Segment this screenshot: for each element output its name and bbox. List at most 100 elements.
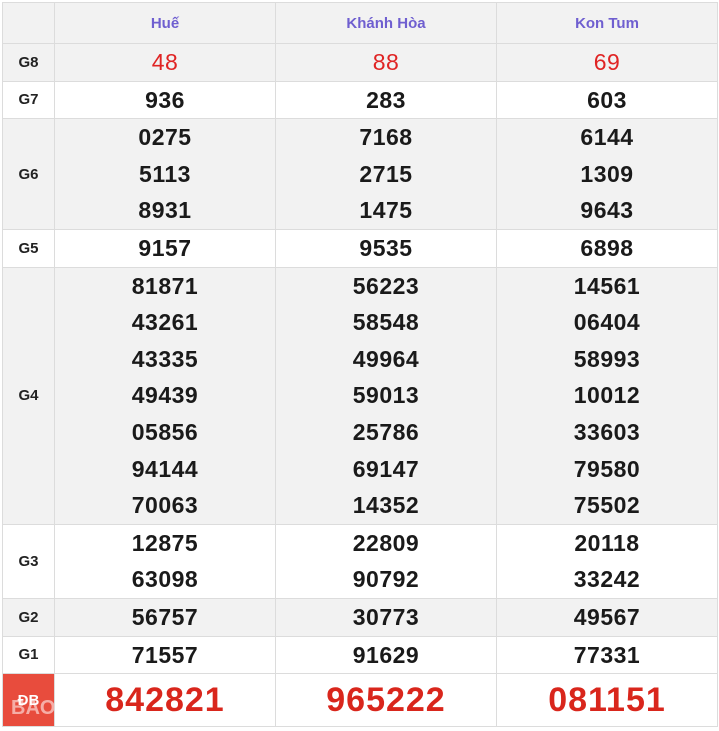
province-header-hue[interactable]: Huế — [54, 2, 276, 44]
prize-number: 8931 — [138, 197, 192, 224]
special-prize-number: 842821 — [105, 681, 225, 720]
prize-number: 69147 — [352, 455, 420, 482]
prize-number: 43261 — [131, 309, 199, 336]
prize-cell: 56223 58548 49964 59013 25786 69147 1435… — [275, 266, 497, 525]
prize-cell: 936 — [54, 80, 276, 120]
prize-number: 94144 — [131, 455, 199, 482]
prize-cell: 91629 — [275, 635, 497, 675]
prize-number: 88 — [372, 49, 400, 75]
header-corner — [2, 2, 55, 44]
prize-number: 90792 — [352, 566, 420, 593]
province-header-khanh-hoa[interactable]: Khánh Hòa — [275, 2, 497, 44]
prize-cell: 71557 — [54, 635, 276, 675]
prize-number: 14352 — [352, 492, 420, 519]
prize-label: G7 — [2, 80, 55, 120]
prize-number: 06404 — [573, 309, 641, 336]
prize-number: 12875 — [131, 529, 199, 556]
prize-number: 6898 — [580, 234, 634, 261]
prize-row-g7: G7 936 283 603 — [2, 80, 718, 120]
province-header-kon-tum[interactable]: Kon Tum — [496, 2, 718, 44]
prize-row-g3: G3 12875 63098 22809 90792 20118 33242 — [2, 523, 718, 599]
prize-cell: 0275 5113 8931 — [54, 118, 276, 230]
prize-number: 81871 — [131, 272, 199, 299]
prize-number: 936 — [145, 86, 185, 113]
prize-number: 56757 — [131, 603, 199, 630]
prize-cell: 49567 — [496, 597, 718, 637]
prize-cell: 69 — [496, 43, 718, 82]
prize-cell: 965222 — [275, 673, 497, 728]
prize-row-g4: G4 81871 43261 43335 49439 05856 94144 7… — [2, 266, 718, 525]
prize-number: 20118 — [574, 529, 640, 556]
prize-number: 79580 — [573, 455, 641, 482]
prize-number: 69 — [593, 49, 621, 75]
prize-cell: 6144 1309 9643 — [496, 118, 718, 230]
prize-number: 48 — [151, 49, 179, 75]
prize-number: 43335 — [131, 345, 199, 372]
prize-cell: 88 — [275, 43, 497, 82]
prize-row-g1: G1 71557 91629 77331 — [2, 635, 718, 675]
prize-number: 75502 — [573, 492, 641, 519]
prize-number: 59013 — [352, 382, 420, 409]
prize-cell: 842821 — [54, 673, 276, 728]
prize-row-g8: G8 48 88 69 — [2, 43, 718, 82]
prize-label: G3 — [2, 523, 55, 599]
prize-cell: 20118 33242 — [496, 523, 718, 599]
prize-number: 1475 — [359, 197, 413, 224]
prize-row-g6: G6 0275 5113 8931 7168 2715 1475 6144 13… — [2, 118, 718, 230]
prize-number: 603 — [587, 86, 627, 113]
prize-number: 1309 — [580, 160, 634, 187]
special-prize-label: ĐB BAOTUOITRE.COM — [2, 673, 55, 728]
prize-cell: 56757 — [54, 597, 276, 637]
prize-label: G5 — [2, 228, 55, 268]
prize-number: 22809 — [352, 529, 420, 556]
prize-number: 10012 — [573, 382, 641, 409]
prize-cell: 6898 — [496, 228, 718, 268]
prize-row-db: ĐB BAOTUOITRE.COM 842821 965222 081151 — [2, 673, 718, 728]
prize-label: G1 — [2, 635, 55, 675]
prize-number: 91629 — [352, 641, 420, 668]
prize-label: G6 — [2, 118, 55, 230]
prize-number: 05856 — [131, 418, 199, 445]
watermark: BAOTUOITRE.COM — [11, 697, 55, 720]
prize-number: 77331 — [573, 641, 641, 668]
prize-cell: 12875 63098 — [54, 523, 276, 599]
special-prize-number: 965222 — [326, 681, 446, 720]
prize-number: 14561 — [573, 272, 641, 299]
prize-number: 9157 — [138, 234, 192, 261]
prize-cell: 22809 90792 — [275, 523, 497, 599]
prize-number: 0275 — [138, 124, 192, 151]
prize-number: 49964 — [352, 345, 420, 372]
prize-number: 49567 — [573, 603, 641, 630]
prize-cell: 77331 — [496, 635, 718, 675]
prize-number: 6144 — [580, 124, 634, 151]
prize-number: 30773 — [352, 603, 420, 630]
prize-number: 9535 — [359, 234, 413, 261]
prize-cell: 14561 06404 58993 10012 33603 79580 7550… — [496, 266, 718, 525]
prize-cell: 081151 — [496, 673, 718, 728]
prize-number: 25786 — [352, 418, 420, 445]
prize-number: 58993 — [573, 345, 641, 372]
prize-row-g2: G2 56757 30773 49567 — [2, 597, 718, 637]
prize-number: 33603 — [573, 418, 641, 445]
prize-cell: 603 — [496, 80, 718, 120]
prize-label: G8 — [2, 43, 55, 82]
prize-cell: 30773 — [275, 597, 497, 637]
prize-number: 49439 — [131, 382, 199, 409]
prize-number: 33242 — [573, 566, 641, 593]
prize-label: G2 — [2, 597, 55, 637]
prize-row-g5: G5 9157 9535 6898 — [2, 228, 718, 268]
prize-number: 56223 — [352, 272, 420, 299]
prize-cell: 9535 — [275, 228, 497, 268]
special-prize-number: 081151 — [548, 681, 666, 720]
prize-number: 283 — [366, 86, 406, 113]
prize-number: 58548 — [352, 309, 420, 336]
prize-cell: 283 — [275, 80, 497, 120]
prize-number: 71557 — [131, 641, 199, 668]
prize-number: 2715 — [359, 160, 413, 187]
lottery-results-table: Huế Khánh Hòa Kon Tum G8 48 88 69 G7 936… — [2, 2, 718, 728]
prize-label: G4 — [2, 266, 55, 525]
prize-number: 70063 — [131, 492, 199, 519]
header-row: Huế Khánh Hòa Kon Tum — [2, 2, 718, 44]
prize-number: 5113 — [139, 160, 191, 187]
prize-number: 63098 — [131, 566, 199, 593]
